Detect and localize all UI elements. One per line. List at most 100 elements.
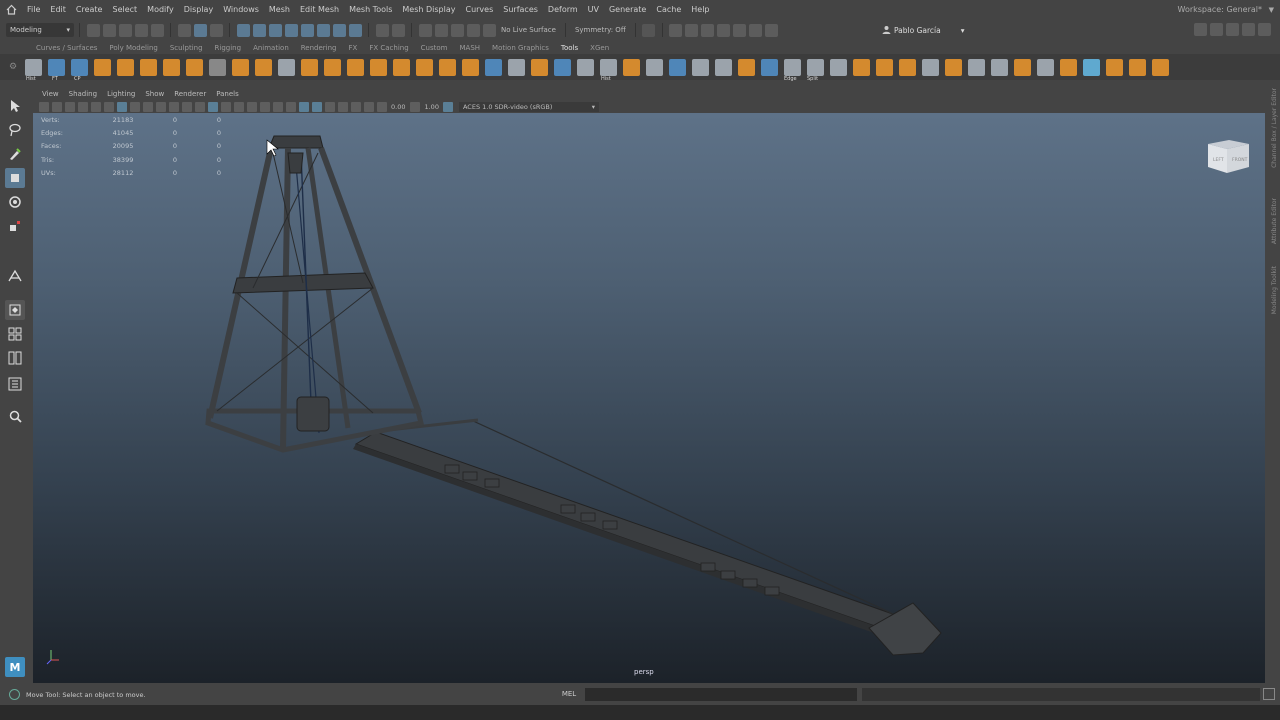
- shelf-tab-poly-modeling[interactable]: Poly Modeling: [103, 44, 163, 52]
- panel-menu-renderer[interactable]: Renderer: [169, 90, 211, 98]
- film-gate-icon[interactable]: [129, 101, 140, 112]
- xray-joints-icon[interactable]: [311, 101, 322, 112]
- construction-history-icon[interactable]: [642, 23, 656, 37]
- depth-of-field-icon[interactable]: [363, 101, 374, 112]
- freeze-transforms-shelf-icon[interactable]: FT: [48, 58, 65, 82]
- menu-set-dropdown[interactable]: Modeling ▾: [6, 23, 74, 37]
- last-tool-icon[interactable]: [5, 266, 25, 286]
- arnold-render-icon[interactable]: [749, 23, 763, 37]
- menu-surfaces[interactable]: Surfaces: [498, 0, 543, 19]
- select-camera-icon[interactable]: [38, 101, 49, 112]
- exposure-value[interactable]: 0.00: [391, 103, 405, 111]
- triangulate-shelf-icon[interactable]: [531, 58, 548, 76]
- bevel-shelf-icon[interactable]: [370, 58, 387, 76]
- target-weld-shelf-icon[interactable]: [692, 58, 709, 76]
- select-by-deform-icon[interactable]: [300, 23, 314, 37]
- unfold-shelf-icon[interactable]: [1129, 58, 1146, 76]
- open-scene-icon[interactable]: [102, 23, 116, 37]
- command-input[interactable]: [585, 688, 857, 701]
- select-by-render-icon[interactable]: [332, 23, 346, 37]
- attribute-editor-toggle-icon[interactable]: [1225, 23, 1239, 36]
- character-controls-toggle-icon[interactable]: [1209, 23, 1223, 36]
- select-by-surface-icon[interactable]: [284, 23, 298, 37]
- panel-menu-lighting[interactable]: Lighting: [102, 90, 140, 98]
- four-view-layout-icon[interactable]: [5, 324, 25, 344]
- select-by-misc-icon[interactable]: [348, 23, 362, 37]
- shelf-tab-motion-graphics[interactable]: Motion Graphics: [486, 44, 555, 52]
- hist-shelf-icon[interactable]: Hist: [600, 58, 617, 82]
- use-all-lights-icon[interactable]: [259, 101, 270, 112]
- poke-shelf-icon[interactable]: [462, 58, 479, 76]
- panel-menu-shading[interactable]: Shading: [64, 90, 102, 98]
- gate-mask-icon[interactable]: [155, 101, 166, 112]
- viewcube-front-face[interactable]: FRONT: [1232, 157, 1248, 163]
- smooth-shelf-icon[interactable]: [255, 58, 272, 76]
- instance-shelf-icon[interactable]: [876, 58, 893, 76]
- scale-tool-icon[interactable]: [5, 216, 25, 236]
- panel-menu-show[interactable]: Show: [140, 90, 169, 98]
- snap-grid-icon[interactable]: [418, 23, 432, 37]
- render-current-frame-icon[interactable]: [685, 23, 699, 37]
- combine-two-shelf-icon[interactable]: [1152, 58, 1169, 76]
- menu-curves[interactable]: Curves: [460, 0, 498, 19]
- bridge-shelf-icon[interactable]: [324, 58, 341, 76]
- screen-space-ao-icon[interactable]: [285, 101, 296, 112]
- ipr-render-icon[interactable]: [701, 23, 715, 37]
- grid-toggle-icon[interactable]: [116, 101, 127, 112]
- save-scene-icon[interactable]: [118, 23, 132, 37]
- outliner-layout-icon[interactable]: [5, 374, 25, 394]
- snap-live-icon[interactable]: [482, 23, 496, 37]
- hypershade-icon[interactable]: [733, 23, 747, 37]
- panel-menu-panels[interactable]: Panels: [211, 90, 244, 98]
- view-transform-dropdown[interactable]: ACES 1.0 SDR-video (sRGB) ▾: [458, 101, 599, 112]
- live-surface-label[interactable]: No Live Surface: [501, 26, 556, 34]
- menu-uv[interactable]: UV: [583, 0, 604, 19]
- default-lighting-icon[interactable]: [233, 101, 244, 112]
- bracket-shelf-icon[interactable]: [830, 58, 847, 76]
- xray-icon[interactable]: [298, 101, 309, 112]
- menu-cache[interactable]: Cache: [651, 0, 686, 19]
- derrick-tower[interactable]: [205, 135, 425, 453]
- boolean-shelf-icon[interactable]: [416, 58, 433, 76]
- move-tool-icon[interactable]: [5, 168, 25, 188]
- scene-model[interactable]: [33, 113, 1265, 683]
- align-shelf-icon[interactable]: [922, 58, 939, 76]
- center-object-shelf-icon[interactable]: [577, 58, 594, 76]
- select-by-handle-icon[interactable]: [236, 23, 250, 37]
- color-management-icon[interactable]: [443, 101, 454, 112]
- move-pivot-shelf-icon[interactable]: [554, 58, 571, 76]
- mirror-shelf-icon[interactable]: [232, 58, 249, 76]
- conveyor-rail[interactable]: [353, 418, 942, 656]
- delete-history-shelf-icon[interactable]: Hist: [25, 58, 42, 82]
- torus-shelf-icon[interactable]: [117, 58, 134, 76]
- cone-shelf-icon[interactable]: [623, 58, 640, 76]
- symmetry-dropdown[interactable]: Symmetry: Off: [575, 26, 626, 34]
- diamond-shelf-icon[interactable]: [1014, 58, 1031, 76]
- script-language-toggle[interactable]: MEL: [555, 688, 583, 701]
- quad-draw-shelf-icon[interactable]: [669, 58, 686, 76]
- paint-select-tool-icon[interactable]: [5, 144, 25, 164]
- persp-outliner-layout-icon[interactable]: [5, 348, 25, 368]
- combine-shelf-icon[interactable]: [186, 58, 203, 76]
- channel-box-toggle-icon[interactable]: [1257, 23, 1271, 36]
- grease-pencil-icon[interactable]: [103, 101, 114, 112]
- reduce-shelf-icon[interactable]: [439, 58, 456, 76]
- extrude-shelf-icon[interactable]: [301, 58, 318, 76]
- shelf-tab-curves-surfaces[interactable]: Curves / Surfaces: [30, 44, 103, 52]
- box-shelf-icon[interactable]: [899, 58, 916, 76]
- new-scene-icon[interactable]: [86, 23, 100, 37]
- single-perspective-view-icon[interactable]: [5, 300, 25, 320]
- safe-action-icon[interactable]: [181, 101, 192, 112]
- maya-logo-icon[interactable]: M: [5, 657, 25, 677]
- select-hierarchy-icon[interactable]: [177, 23, 191, 37]
- modeling-toolkit-tab[interactable]: Modeling Toolkit: [1271, 266, 1278, 314]
- exposure-icon[interactable]: [376, 101, 387, 112]
- shelf-tab-animation[interactable]: Animation: [247, 44, 295, 52]
- wedge-shelf-icon[interactable]: [1106, 58, 1123, 76]
- cube-wire-shelf-icon[interactable]: [991, 58, 1008, 76]
- image-plane-icon[interactable]: [77, 101, 88, 112]
- snap-align-shelf-icon[interactable]: [508, 58, 525, 76]
- chevron-down-icon[interactable]: ▼: [1269, 6, 1274, 14]
- cylinder-shelf-icon[interactable]: [163, 58, 180, 76]
- insert-edge-loop-shelf-icon[interactable]: [738, 58, 755, 76]
